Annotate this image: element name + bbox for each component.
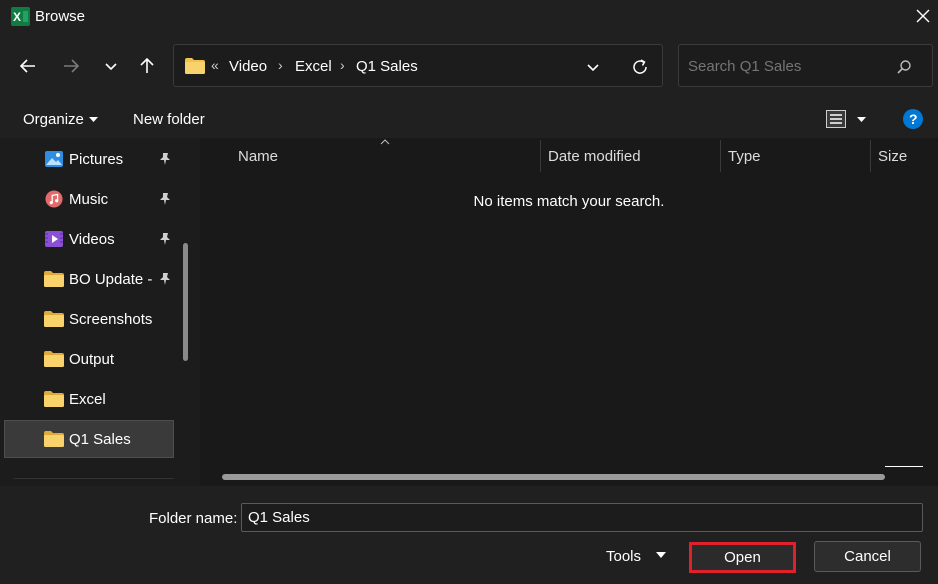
breadcrumb-excel[interactable]: Excel [295, 58, 332, 75]
column-divider[interactable] [540, 140, 541, 172]
column-header-name[interactable]: Name [238, 148, 278, 165]
excel-icon: X [11, 7, 30, 26]
sidebar-scrollbar[interactable] [183, 243, 188, 361]
search-box[interactable] [678, 44, 933, 88]
folder-icon [44, 271, 64, 287]
open-button[interactable]: Open [689, 542, 796, 573]
breadcrumb-overflow[interactable]: « [211, 57, 219, 73]
column-divider[interactable] [720, 140, 721, 172]
sidebar-item-bo-update[interactable]: BO Update - [4, 260, 174, 298]
music-icon [45, 190, 63, 208]
sidebar-item-output[interactable]: Output [4, 340, 174, 378]
scrollbar-edge [885, 466, 923, 467]
sidebar-item-label: Excel [69, 391, 106, 408]
column-divider[interactable] [870, 140, 871, 172]
arrow-left-icon [19, 59, 35, 73]
sidebar-item-videos[interactable]: Videos [4, 220, 174, 258]
file-list: Name Date modified Type Size No items ma… [200, 138, 938, 486]
column-header-date-modified[interactable]: Date modified [548, 148, 641, 165]
file-list-scrollbar[interactable] [222, 474, 885, 480]
folder-icon [44, 391, 64, 407]
column-header-size[interactable]: Size [878, 148, 907, 165]
title-bar [0, 0, 938, 34]
tools-button[interactable]: Tools [606, 548, 641, 565]
empty-list-message: No items match your search. [473, 193, 665, 210]
pictures-icon [45, 151, 63, 167]
dialog-footer: Folder name: Q1 Sales Tools [0, 486, 938, 584]
sidebar-item-pictures[interactable]: Pictures [4, 140, 174, 178]
arrow-up-icon [140, 57, 154, 73]
folder-icon [44, 351, 64, 367]
caret-down-icon [89, 117, 98, 122]
caret-down-icon [857, 117, 866, 122]
recent-locations-button[interactable] [96, 51, 126, 81]
sidebar-item-label: Music [69, 191, 109, 208]
sidebar-item-screenshots[interactable]: Screenshots [4, 300, 174, 338]
folder-icon [44, 431, 64, 447]
column-header-type[interactable]: Type [728, 148, 761, 165]
chevron-down-icon[interactable] [585, 59, 601, 75]
search-input[interactable] [679, 45, 890, 88]
up-button[interactable] [132, 51, 162, 81]
address-bar[interactable]: « Video › Excel › Q1 Sales [173, 44, 663, 87]
new-folder-button[interactable]: New folder [133, 100, 213, 138]
navigation-pane: Pictures Music Videos BO Update - Screen… [0, 138, 192, 486]
folder-icon [185, 58, 205, 74]
close-icon [916, 9, 930, 23]
sidebar-item-music[interactable]: Music [4, 180, 174, 218]
breadcrumb-separator[interactable]: › [278, 57, 283, 73]
pin-icon[interactable] [158, 192, 172, 206]
sidebar-divider [14, 478, 174, 479]
pin-icon[interactable] [158, 272, 172, 286]
forward-button[interactable] [56, 51, 86, 81]
sidebar-item-label: Output [69, 351, 115, 368]
breadcrumb-q1-sales[interactable]: Q1 Sales [356, 58, 418, 75]
caret-down-icon[interactable] [656, 552, 666, 558]
folder-name-label: Folder name: [149, 510, 238, 527]
close-button[interactable] [910, 3, 936, 29]
search-icon[interactable] [896, 59, 912, 75]
new-folder-label: New folder [133, 111, 205, 128]
folder-name-value[interactable]: Q1 Sales [248, 509, 310, 526]
chevron-down-icon [105, 63, 117, 71]
cancel-button[interactable]: Cancel [814, 541, 921, 572]
back-button[interactable] [13, 51, 43, 81]
breadcrumb-video[interactable]: Video [229, 58, 267, 75]
view-options-button[interactable] [824, 108, 874, 130]
pin-icon[interactable] [158, 232, 172, 246]
svg-text:X: X [13, 10, 21, 24]
sidebar-item-label: Pictures [69, 151, 124, 168]
arrow-right-icon [64, 59, 80, 73]
sidebar-item-label: Q1 Sales [69, 431, 131, 448]
sidebar-item-excel[interactable]: Excel [4, 380, 174, 418]
videos-icon [45, 231, 63, 247]
folder-icon [44, 311, 64, 327]
sidebar-item-q1-sales[interactable]: Q1 Sales [4, 420, 174, 458]
sidebar-item-label: BO Update - [69, 271, 153, 288]
organize-button[interactable]: Organize [23, 100, 103, 138]
sort-ascending-icon [380, 139, 390, 145]
pin-icon[interactable] [158, 152, 172, 166]
sidebar-item-label: Screenshots [69, 311, 153, 328]
window-title: Browse [35, 8, 86, 25]
view-list-icon [826, 110, 846, 128]
sidebar-item-label: Videos [69, 231, 115, 248]
breadcrumb-separator[interactable]: › [340, 57, 345, 73]
organize-label: Organize [23, 111, 84, 128]
refresh-icon[interactable] [631, 58, 649, 76]
help-icon[interactable]: ? [903, 109, 923, 129]
svg-text:?: ? [909, 111, 918, 127]
folder-name-field[interactable]: Q1 Sales [241, 503, 923, 532]
